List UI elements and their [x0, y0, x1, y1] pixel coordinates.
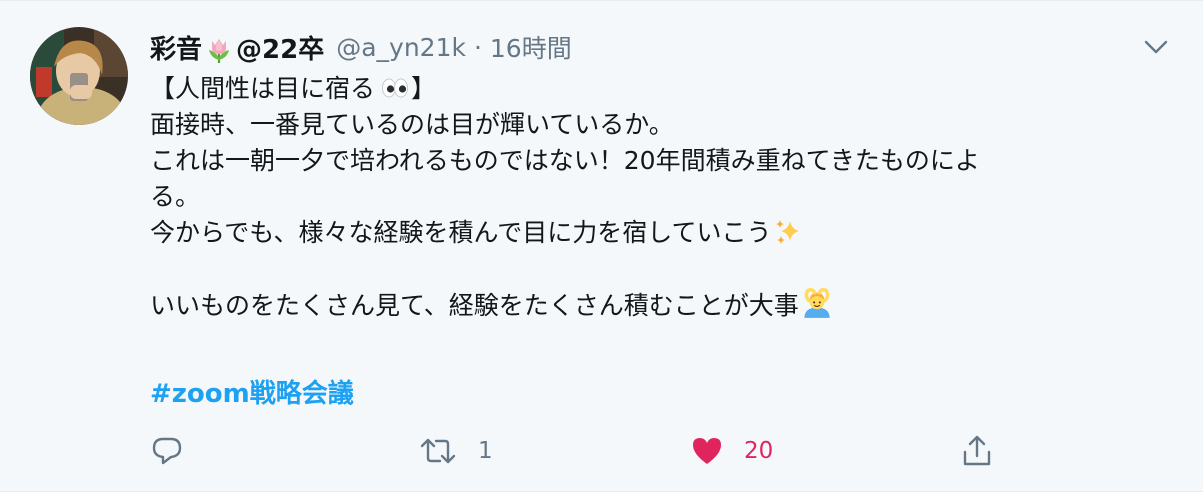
- person-gesturing-ok-icon: [804, 287, 830, 318]
- user-handle[interactable]: @a_yn21k: [336, 33, 466, 62]
- sparkles-icon: [775, 220, 799, 244]
- tweet-line: 今からでも、様々な経験を積んで目に力を宿していこう: [150, 215, 1160, 251]
- tulip-icon: [209, 39, 230, 63]
- tweet-text: 【人間性は目に宿る 】 面接時、一番見ているのは目が輝いているか。 これは一朝一…: [150, 71, 1160, 324]
- chevron-down-icon[interactable]: [1143, 37, 1169, 57]
- tweet-header: 彩音 @22卒 @a_yn21k · 16時間: [150, 27, 572, 67]
- heart-icon: [693, 438, 721, 464]
- share-button[interactable]: [960, 431, 1014, 471]
- reply-button[interactable]: [150, 431, 204, 471]
- like-count: 20: [744, 438, 774, 464]
- separator-dot: ·: [473, 32, 482, 62]
- tweet-line: る。: [150, 182, 201, 211]
- hashtag-link[interactable]: #zoom戦略会議: [150, 373, 354, 410]
- share-icon: [963, 435, 991, 466]
- avatar[interactable]: [30, 27, 128, 125]
- tweet-card[interactable]: 彩音 @22卒 @a_yn21k · 16時間 【人間性は目に宿る 】 面接時、…: [0, 0, 1203, 492]
- tweet-line: いいものをたくさん見て、経験をたくさん積むことが大事: [150, 287, 1160, 324]
- like-button[interactable]: 20: [690, 431, 773, 471]
- retweet-icon: [420, 438, 456, 464]
- timestamp[interactable]: 16時間: [490, 29, 572, 65]
- tweet-line: 【人間性は目に宿る 】: [150, 74, 437, 103]
- action-bar: 1 20: [150, 431, 1160, 471]
- reply-icon: [152, 437, 182, 465]
- tweet-line: 面接時、一番見ているのは目が輝いているか。: [150, 110, 674, 139]
- retweet-button[interactable]: 1: [418, 431, 493, 471]
- tweet-line: [150, 251, 1160, 287]
- retweet-count: 1: [478, 438, 493, 464]
- eyes-icon: [382, 78, 409, 98]
- display-name[interactable]: 彩音 @22卒: [150, 29, 324, 66]
- tweet-line: これは一朝一夕で培われるものではない！20年間積み重ねてきたものによ: [150, 146, 980, 175]
